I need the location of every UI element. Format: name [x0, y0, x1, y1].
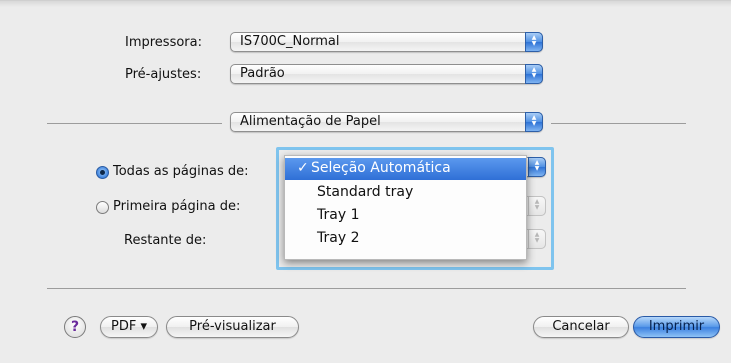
menu-item-label: Standard tray — [317, 184, 414, 200]
cancel-button[interactable]: Cancelar — [533, 316, 629, 338]
remaining-label: Restante de: — [124, 233, 207, 248]
menu-item-tray-1[interactable]: Tray 1 — [285, 205, 526, 227]
popup-arrows-icon: ▲ ▼ — [528, 157, 546, 177]
popup-arrows-icon: ▲ ▼ — [525, 32, 543, 52]
checkmark-icon: ✓ — [297, 160, 309, 176]
separator-right — [551, 123, 686, 124]
menu-item-tray-2[interactable]: Tray 2 — [285, 228, 526, 250]
pdf-button[interactable]: PDF ▾ — [100, 316, 158, 338]
separator-left — [47, 123, 222, 124]
all-pages-label: Todas as páginas de: — [113, 164, 249, 179]
printer-popup[interactable]: IS700C_Normal ▲ ▼ — [230, 32, 543, 52]
first-page-radio[interactable] — [96, 201, 109, 214]
print-button[interactable]: Imprimir — [633, 316, 720, 338]
printer-popup-value: IS700C_Normal — [240, 34, 340, 49]
first-page-label: Primeira página de: — [113, 199, 241, 214]
titlebar-shadow — [0, 1, 731, 7]
presets-label: Pré-ajustes: — [125, 67, 202, 82]
help-button[interactable]: ? — [64, 316, 86, 338]
popup-arrows-icon: ▲ ▼ — [525, 112, 543, 132]
menu-item-label: Tray 2 — [317, 230, 360, 246]
panel-popup[interactable]: Alimentação de Papel ▲ ▼ — [230, 112, 543, 132]
menu-item-standard-tray[interactable]: Standard tray — [285, 182, 526, 204]
tray-menu: ✓ Seleção Automática Standard tray Tray 1… — [284, 155, 527, 260]
menu-item-label: Tray 1 — [317, 207, 360, 223]
panel-popup-value: Alimentação de Papel — [240, 114, 381, 129]
printer-label: Impressora: — [125, 35, 202, 50]
menu-item-auto-select[interactable]: ✓ Seleção Automática — [285, 158, 526, 180]
presets-popup[interactable]: Padrão ▲ ▼ — [230, 64, 543, 84]
bottom-separator — [47, 288, 686, 289]
popup-arrows-icon: ▲ ▼ — [525, 64, 543, 84]
question-mark-icon: ? — [70, 319, 80, 335]
presets-popup-value: Padrão — [240, 66, 285, 81]
all-pages-radio[interactable] — [96, 166, 109, 179]
menu-item-label: Seleção Automática — [311, 160, 451, 176]
preview-button[interactable]: Pré-visualizar — [166, 316, 299, 338]
